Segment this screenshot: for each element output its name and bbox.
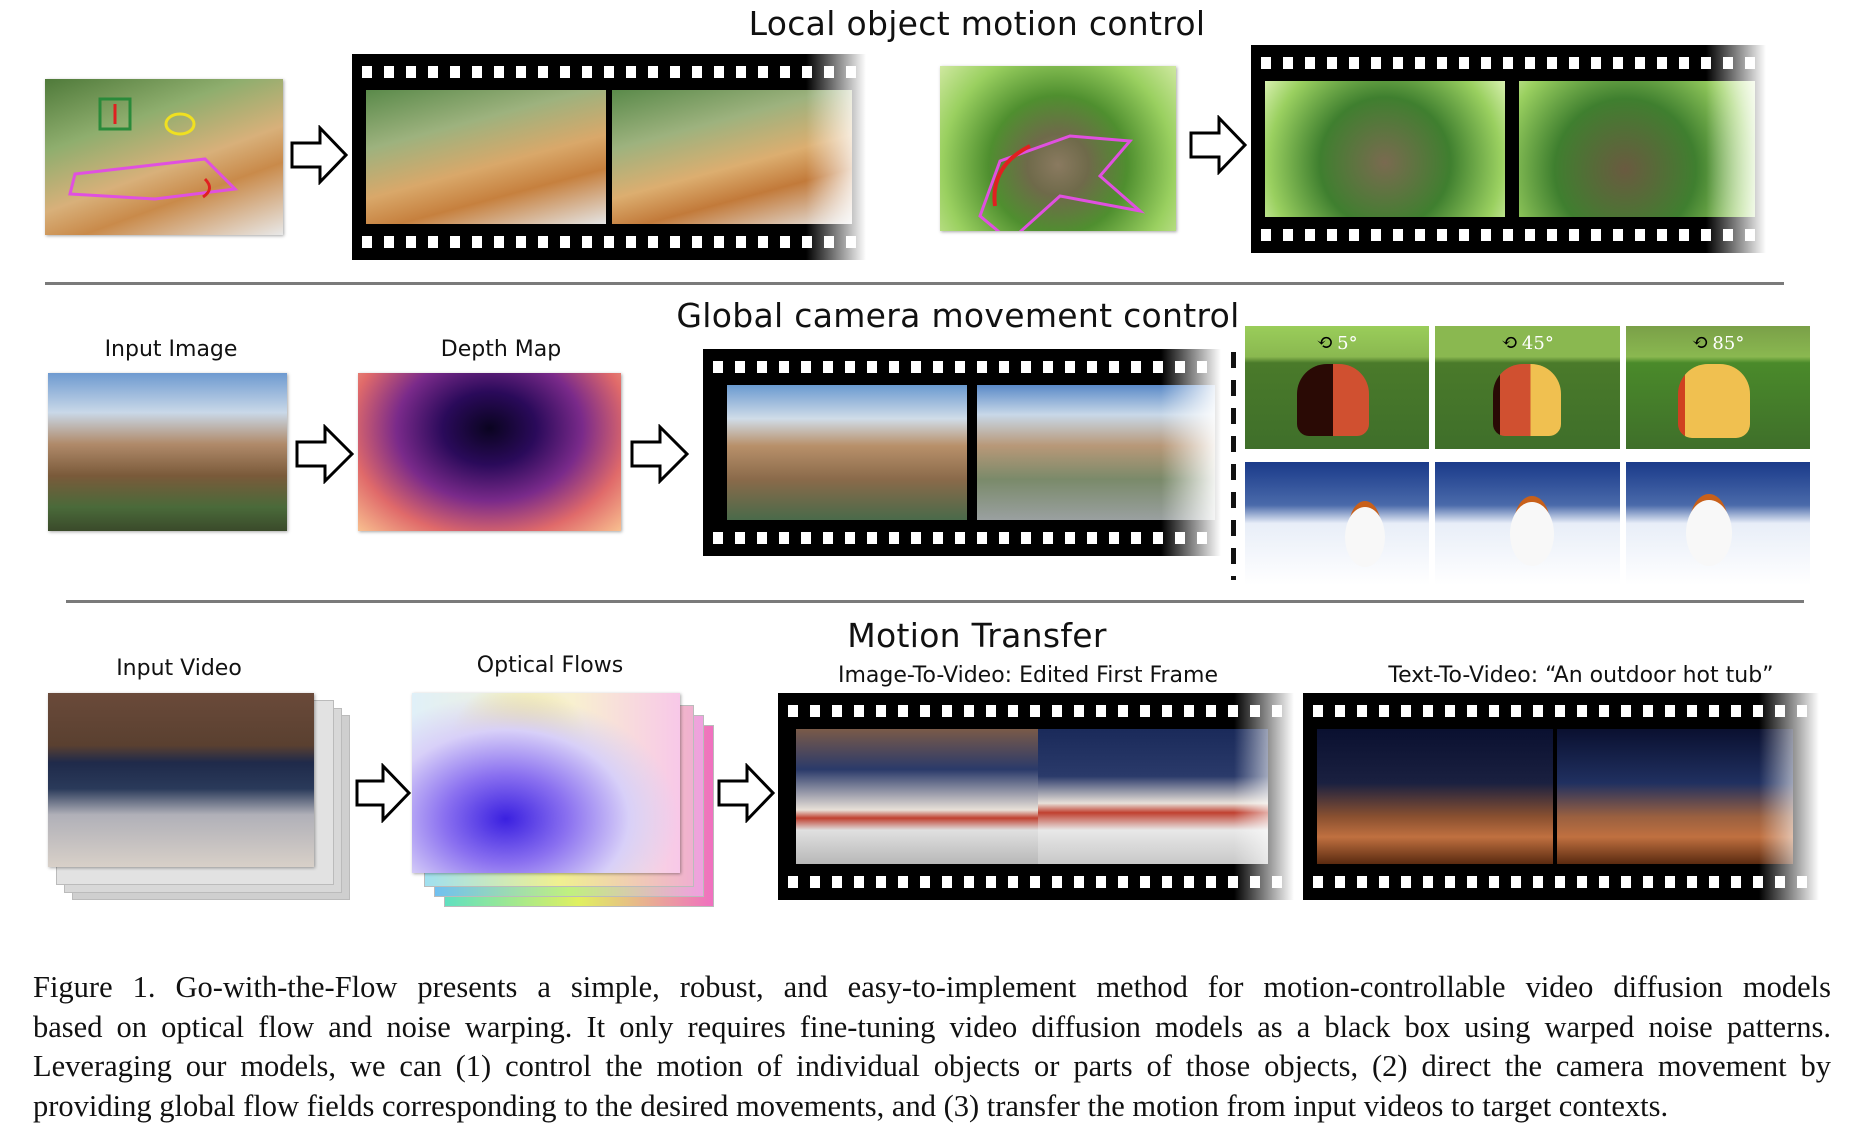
film-strip-camera	[703, 349, 1221, 556]
arrow-right-icon	[1189, 115, 1247, 175]
text-to-video-label: Text-To-Video: “An outdoor hot tub”	[1388, 663, 1774, 688]
film-strip-text-to-video	[1303, 693, 1819, 900]
snowman-cell	[1435, 462, 1620, 585]
video-frame	[1317, 729, 1553, 864]
video-frame	[1519, 81, 1755, 217]
film-strip-tree-cat	[1251, 45, 1766, 253]
video-frame	[612, 90, 852, 224]
video-frame	[366, 90, 606, 224]
dashed-separator	[1231, 352, 1236, 580]
video-frame	[977, 385, 1215, 520]
input-video-label: Input Video	[116, 656, 242, 681]
arrow-right-icon	[630, 424, 690, 484]
canyon-input-image	[48, 373, 287, 531]
bedroom-input-video-frame	[48, 693, 314, 867]
section-divider	[45, 282, 1784, 285]
rotation-label: 5°	[1337, 333, 1358, 354]
rotation-cell: ⟲ 45°	[1435, 326, 1620, 449]
rotate-axis-icon: ⟲	[1691, 330, 1709, 354]
video-frame	[1038, 729, 1268, 864]
rotation-cell: ⟲ 5°	[1245, 326, 1429, 449]
section-title-global-camera: Global camera movement control	[676, 296, 1240, 335]
arrow-right-icon	[290, 125, 348, 185]
tree-cat-input-image	[940, 66, 1176, 231]
section-title-local-motion: Local object motion control	[748, 4, 1206, 43]
caption-line: Figure 1. Go-with-the-Flow presents a si…	[33, 970, 1831, 1004]
section-title-motion-transfer: Motion Transfer	[847, 616, 1107, 655]
image-to-video-label: Image-To-Video: Edited First Frame	[837, 663, 1219, 688]
rotate-axis-icon: ⟲	[1501, 330, 1518, 354]
arrow-right-icon	[295, 424, 355, 484]
rotation-label: 45°	[1521, 333, 1554, 354]
film-strip-image-to-video	[778, 693, 1294, 900]
figure-caption: Figure 1. Go-with-the-Flow presents a si…	[33, 968, 1831, 1126]
section-divider	[66, 600, 1804, 603]
rotation-cell: ⟲ 85°	[1626, 326, 1810, 449]
arrow-right-icon	[355, 763, 412, 823]
caption-line: based on optical flow and noise warping.…	[33, 1009, 1831, 1044]
video-frame	[1557, 729, 1793, 864]
arrow-right-icon	[717, 763, 775, 823]
depth-map-label: Depth Map	[440, 337, 562, 362]
cats-input-image	[45, 79, 283, 235]
caption-line: Leveraging our models, we can (1) contro…	[33, 1049, 1831, 1083]
optical-flows-label: Optical Flows	[476, 653, 624, 678]
video-frame	[727, 385, 967, 520]
rotate-axis-icon: ⟲	[1316, 330, 1334, 354]
input-image-label: Input Image	[104, 337, 238, 362]
video-frame	[1265, 81, 1505, 217]
snowman-cell	[1626, 462, 1810, 585]
rotation-label: 85°	[1712, 333, 1745, 354]
film-strip-cats	[352, 54, 866, 260]
snowman-cell	[1245, 462, 1429, 585]
depth-map-image	[358, 373, 621, 531]
caption-line: providing global flow fields correspondi…	[33, 1088, 1669, 1123]
optical-flow-frame	[412, 693, 680, 873]
video-frame	[796, 729, 1038, 864]
